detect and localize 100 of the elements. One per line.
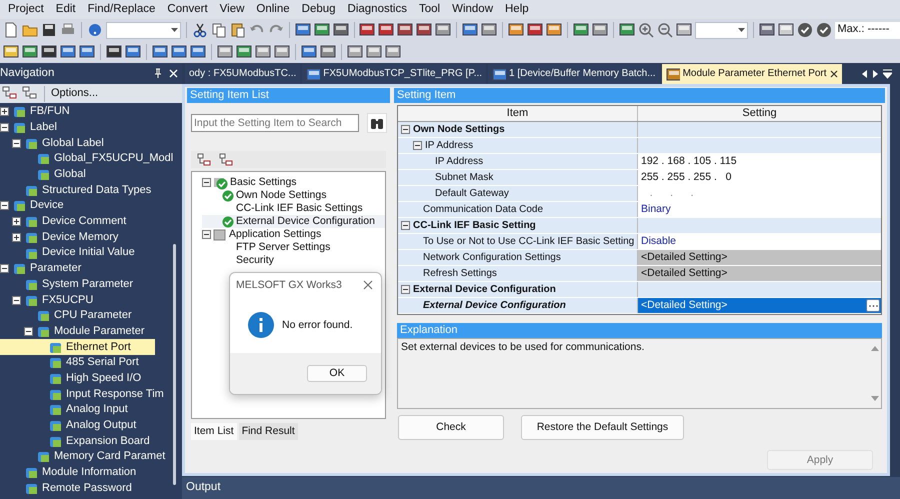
scissors-icon[interactable] bbox=[192, 22, 208, 38]
tree-item[interactable]: Application Settings bbox=[202, 228, 385, 241]
zoom-out-icon[interactable] bbox=[657, 22, 674, 38]
collapse-icon[interactable] bbox=[12, 138, 21, 148]
help-icon[interactable] bbox=[86, 22, 103, 38]
collapse-icon[interactable] bbox=[202, 178, 211, 187]
expand-icon[interactable] bbox=[0, 107, 9, 116]
paste-icon[interactable] bbox=[230, 22, 246, 38]
tree-item[interactable]: Global_FX5UCPU_Modl bbox=[0, 151, 174, 167]
toolbar-icon[interactable] bbox=[592, 22, 608, 38]
toolbar-icon[interactable] bbox=[619, 22, 636, 38]
toolbar-icon[interactable] bbox=[294, 22, 311, 38]
toolbar-icon[interactable] bbox=[79, 44, 95, 60]
tree-item[interactable]: Ethernet Port bbox=[0, 339, 156, 355]
document-tab[interactable]: Module Parameter Ethernet Port bbox=[662, 64, 842, 84]
toolbar-icon[interactable] bbox=[676, 22, 692, 38]
menu-item[interactable]: Debug bbox=[296, 2, 342, 16]
toolbar-icon[interactable] bbox=[274, 44, 290, 60]
toolbar-icon[interactable] bbox=[320, 44, 336, 60]
collapse-icon[interactable] bbox=[12, 296, 21, 305]
collapse-icon[interactable] bbox=[202, 230, 211, 239]
toolbar-icon[interactable] bbox=[508, 22, 524, 38]
table-cell[interactable]: 192 . 168 . 105 . 115 bbox=[641, 155, 737, 168]
tree-item[interactable]: High Speed I/O bbox=[0, 370, 174, 386]
tree-item[interactable]: Label bbox=[0, 120, 174, 136]
menu-item[interactable]: Convert bbox=[161, 2, 214, 16]
collapse-icon[interactable] bbox=[0, 264, 9, 274]
toolbar-icon[interactable] bbox=[236, 44, 252, 60]
tree-item[interactable]: Module Information bbox=[0, 464, 174, 480]
toolbar-icon[interactable] bbox=[573, 22, 590, 38]
tree-item[interactable]: Global bbox=[0, 166, 174, 182]
toolbar-icon[interactable] bbox=[301, 44, 317, 60]
tree-item[interactable]: Device Memory bbox=[0, 230, 174, 246]
toolbar-icon[interactable] bbox=[378, 22, 394, 38]
toolbar-icon[interactable] bbox=[462, 22, 478, 38]
max-field[interactable]: Max.: ------ bbox=[834, 22, 900, 38]
collapse-icon[interactable] bbox=[401, 285, 410, 294]
document-icon[interactable] bbox=[3, 22, 19, 38]
table-cell[interactable]: Disable bbox=[641, 235, 676, 248]
zoom-in-icon[interactable] bbox=[638, 22, 654, 38]
copy-icon[interactable] bbox=[210, 22, 227, 38]
tree-item[interactable]: Memory Card Paramet bbox=[0, 449, 174, 465]
toolbar-icon[interactable] bbox=[366, 44, 382, 60]
tree-item[interactable]: Own Node Settings bbox=[202, 189, 385, 202]
tree-item[interactable]: Analog Output bbox=[0, 418, 174, 434]
menu-item[interactable]: Online bbox=[250, 2, 296, 16]
close-icon[interactable] bbox=[363, 280, 373, 290]
caret-icon[interactable] bbox=[170, 28, 178, 32]
tree-item[interactable]: Expansion Board bbox=[0, 433, 174, 450]
panel-tab[interactable]: Item List bbox=[191, 423, 237, 440]
collapse-icon[interactable] bbox=[24, 326, 33, 336]
collapse-icon[interactable] bbox=[0, 123, 9, 132]
toolbar-icon[interactable] bbox=[3, 44, 19, 60]
tree-item[interactable]: Device Initial Value bbox=[0, 245, 174, 261]
menu-item[interactable]: Tool bbox=[412, 2, 446, 16]
tree-item[interactable]: CPU Parameter bbox=[0, 308, 174, 324]
document-tab[interactable]: ody : FX5UModbusTC... bbox=[185, 64, 300, 84]
tree-expand-icon[interactable] bbox=[197, 152, 211, 166]
table-cell[interactable]: Binary bbox=[641, 203, 671, 216]
toolbar-icon[interactable] bbox=[778, 22, 794, 38]
toolbar-icon[interactable] bbox=[359, 22, 376, 38]
scroll-right-icon[interactable] bbox=[872, 69, 879, 79]
menu-item[interactable]: View bbox=[214, 2, 250, 16]
tree-item[interactable]: Global Label bbox=[0, 135, 174, 152]
toolbar-icon[interactable] bbox=[22, 44, 38, 60]
toolbar-icon[interactable] bbox=[125, 44, 141, 60]
tree-item[interactable]: Structured Data Types bbox=[0, 182, 174, 198]
tree-item[interactable]: FB/FUN bbox=[0, 104, 174, 120]
panel-tab[interactable]: Find Result bbox=[238, 423, 298, 440]
toolbar-icon[interactable] bbox=[546, 22, 562, 38]
tree-item[interactable]: 485 Serial Port bbox=[0, 355, 174, 371]
collapse-icon[interactable] bbox=[401, 221, 410, 230]
toolbar-icon[interactable] bbox=[332, 22, 349, 38]
tree-item[interactable]: Security bbox=[202, 254, 385, 267]
toolbar-icon[interactable] bbox=[60, 44, 76, 60]
toolbar-icon[interactable] bbox=[152, 44, 168, 60]
check-icon[interactable] bbox=[796, 22, 813, 38]
tree-item[interactable]: Module Parameter bbox=[0, 324, 174, 340]
toolbar-icon[interactable] bbox=[255, 44, 271, 60]
caret-icon[interactable] bbox=[738, 28, 745, 32]
toolbar-icon[interactable] bbox=[314, 22, 330, 38]
ellipsis-button[interactable] bbox=[866, 299, 880, 312]
document-tab[interactable]: 1 [Device/Buffer Memory Batch... bbox=[488, 64, 660, 84]
toolbar-icon[interactable] bbox=[481, 22, 498, 38]
table-cell[interactable]: . . . bbox=[641, 187, 694, 200]
toolbar-icon[interactable] bbox=[397, 22, 414, 38]
tree-item[interactable]: Basic Settings bbox=[202, 176, 385, 189]
tree-item[interactable]: Analog Input bbox=[0, 402, 174, 418]
tree-item[interactable]: Remote Password bbox=[0, 480, 174, 496]
expand-icon[interactable] bbox=[12, 232, 21, 242]
check-icon[interactable] bbox=[816, 22, 832, 38]
toolbar-icon[interactable] bbox=[190, 44, 206, 60]
tree-item[interactable]: Device bbox=[0, 198, 174, 214]
tree-collapse-icon[interactable] bbox=[219, 152, 233, 166]
menu-item[interactable]: Project bbox=[2, 2, 50, 16]
menu-item[interactable]: Find/Replace bbox=[82, 2, 162, 16]
toolbar-icon[interactable] bbox=[347, 44, 363, 60]
search-button[interactable] bbox=[367, 113, 387, 133]
document-tab[interactable]: FX5UModbusTCP_STlite_PRG [P... bbox=[302, 64, 486, 84]
toolbar-icon[interactable] bbox=[385, 44, 401, 60]
